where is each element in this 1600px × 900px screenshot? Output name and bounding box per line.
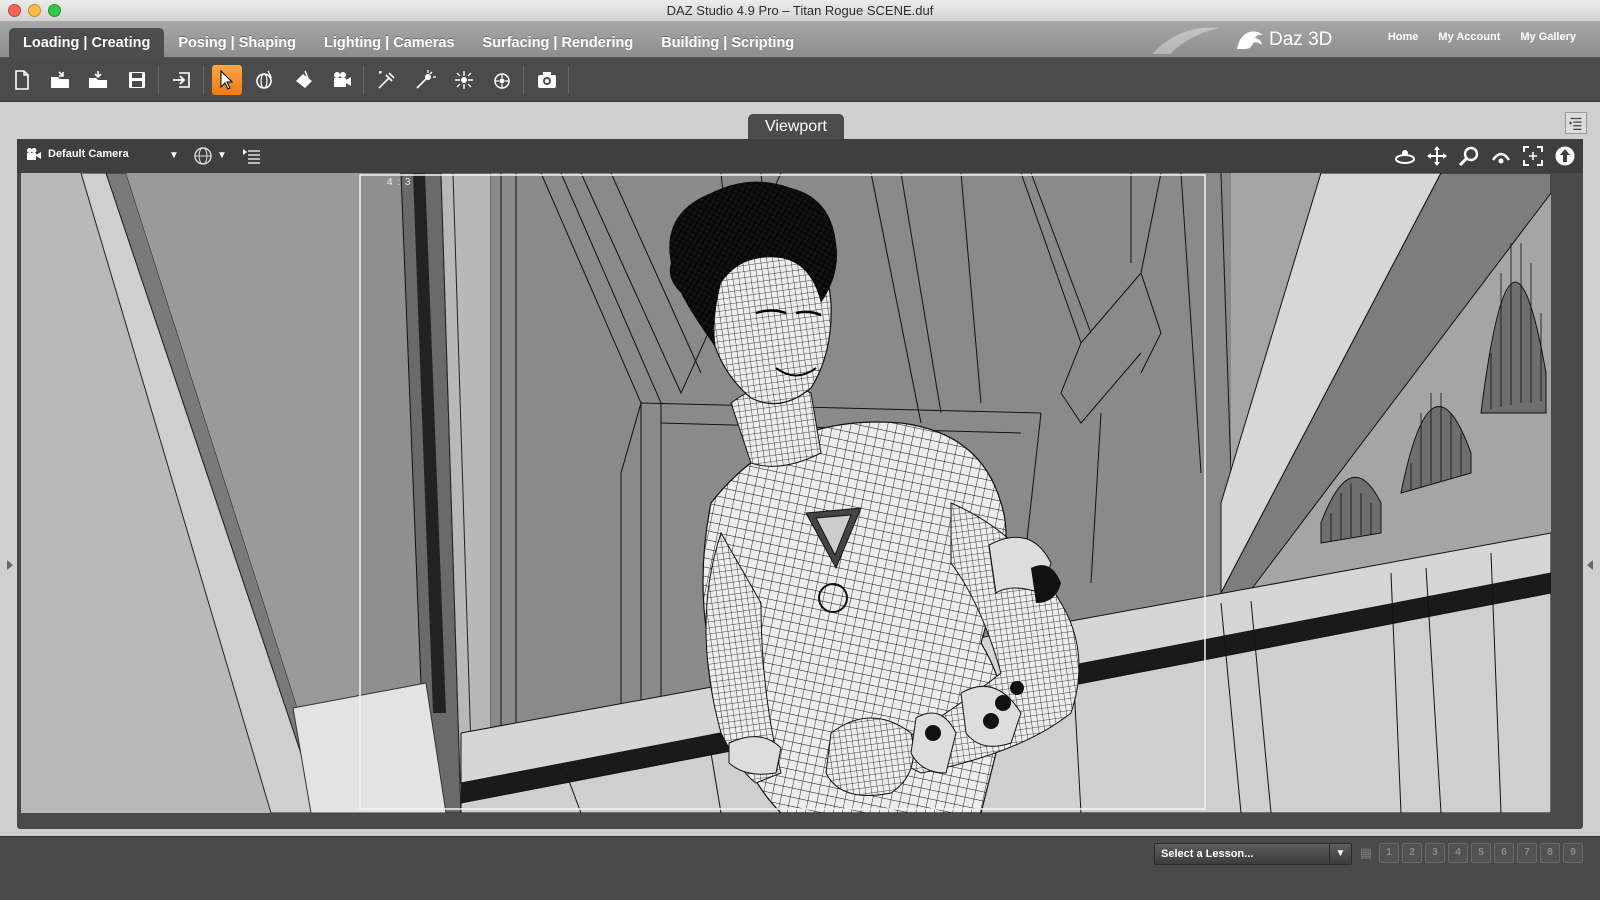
tab-building-scripting[interactable]: Building | Scripting bbox=[647, 28, 808, 58]
universal-tool-icon[interactable] bbox=[250, 65, 280, 95]
lesson-step-button[interactable]: 6 bbox=[1494, 843, 1514, 863]
left-panel-toggle-icon[interactable] bbox=[7, 560, 13, 570]
viewport-tab[interactable]: Viewport bbox=[748, 114, 844, 140]
activity-tab-strip: Loading | Creating Posing | Shaping Ligh… bbox=[0, 22, 1600, 58]
viewport-header-bar: Default Camera ▼ ▼ bbox=[17, 139, 1583, 173]
toolbar-separator bbox=[158, 66, 159, 94]
viewport-3d-scene[interactable]: 4 : 3 bbox=[21, 173, 1551, 813]
viewport-options-icon[interactable] bbox=[243, 148, 261, 164]
lesson-step-button[interactable]: 9 bbox=[1563, 843, 1583, 863]
camera-label: Default Camera bbox=[48, 148, 129, 160]
my-gallery-link[interactable]: My Gallery bbox=[1510, 31, 1586, 43]
tab-posing-shaping[interactable]: Posing | Shaping bbox=[164, 28, 310, 58]
home-link[interactable]: Home bbox=[1378, 31, 1429, 43]
window-titlebar: DAZ Studio 4.9 Pro – Titan Rogue SCENE.d… bbox=[0, 0, 1600, 22]
clapperboard-icon: ▦ bbox=[1359, 845, 1373, 860]
lesson-select[interactable]: Select a Lesson... ▼ bbox=[1154, 843, 1352, 865]
toolbar-separator bbox=[523, 66, 524, 94]
activity-tabs: Loading | Creating Posing | Shaping Ligh… bbox=[9, 28, 808, 58]
lesson-step-button[interactable]: 3 bbox=[1425, 843, 1445, 863]
draw-style-dropdown-arrow[interactable]: ▼ bbox=[217, 150, 227, 161]
toolbar-separator bbox=[363, 66, 364, 94]
zoom-icon[interactable] bbox=[1457, 144, 1481, 168]
account-links: Home My Account My Gallery bbox=[1378, 31, 1586, 43]
camera-selector[interactable]: Default Camera bbox=[26, 147, 129, 161]
align-icon[interactable] bbox=[1553, 144, 1577, 168]
camera-icon bbox=[27, 148, 41, 160]
daz-dragon-icon bbox=[1237, 31, 1263, 49]
window-title: DAZ Studio 4.9 Pro – Titan Rogue SCENE.d… bbox=[666, 3, 934, 18]
main-toolbar bbox=[0, 58, 1600, 102]
lesson-step-button[interactable]: 7 bbox=[1517, 843, 1537, 863]
viewport-pane: Viewport Default Camera ▼ ▼ 4: 3 bbox=[7, 102, 1593, 836]
camera-node-icon[interactable] bbox=[327, 65, 357, 95]
wireframe-render bbox=[21, 173, 1551, 813]
orbit-icon[interactable] bbox=[1393, 144, 1417, 168]
lesson-dropdown-arrow[interactable]: ▼ bbox=[1329, 844, 1351, 864]
point-light-icon[interactable] bbox=[410, 65, 440, 95]
toolbar-separator bbox=[203, 66, 204, 94]
minimize-window-button[interactable] bbox=[28, 4, 41, 17]
ambient-light-icon[interactable] bbox=[487, 65, 517, 95]
node-selection-icon[interactable] bbox=[212, 65, 242, 95]
pane-options-icon bbox=[1569, 117, 1582, 130]
viewport-frame: Default Camera ▼ ▼ 4: 3 bbox=[17, 139, 1583, 829]
open-file-icon[interactable] bbox=[45, 65, 75, 95]
lesson-step-button[interactable]: 8 bbox=[1540, 843, 1560, 863]
surface-selection-icon[interactable] bbox=[289, 65, 319, 95]
camera-dropdown-arrow[interactable]: ▼ bbox=[169, 150, 179, 161]
viewport-navigation bbox=[1393, 144, 1577, 168]
tab-loading-creating[interactable]: Loading | Creating bbox=[9, 28, 165, 58]
close-window-button[interactable] bbox=[8, 4, 21, 17]
new-file-icon[interactable] bbox=[7, 65, 37, 95]
brand-name: Daz 3D bbox=[1269, 29, 1333, 50]
daz3d-logo[interactable]: Daz 3D bbox=[1235, 26, 1332, 54]
pane-options-menu[interactable] bbox=[1565, 112, 1587, 134]
render-icon[interactable] bbox=[532, 65, 562, 95]
my-account-link[interactable]: My Account bbox=[1428, 31, 1510, 43]
spotlight-icon[interactable] bbox=[372, 65, 402, 95]
lesson-bar: Select a Lesson... ▼ ▦ 1 2 3 4 5 6 7 8 9 bbox=[0, 836, 1600, 900]
zoom-window-button[interactable] bbox=[48, 4, 61, 17]
merge-file-icon[interactable] bbox=[83, 65, 113, 95]
lesson-steps: ▦ 1 2 3 4 5 6 7 8 9 bbox=[1356, 843, 1583, 863]
lesson-step-button[interactable]: 4 bbox=[1448, 843, 1468, 863]
distant-light-icon[interactable] bbox=[449, 65, 479, 95]
frame-icon[interactable] bbox=[1521, 144, 1545, 168]
draw-style-icon[interactable] bbox=[193, 146, 213, 166]
lesson-step-button[interactable]: 2 bbox=[1402, 843, 1422, 863]
brand-swoosh-graphic bbox=[1152, 27, 1220, 54]
import-icon[interactable] bbox=[167, 65, 197, 95]
pan-icon[interactable] bbox=[1425, 144, 1449, 168]
lesson-select-label: Select a Lesson... bbox=[1161, 848, 1254, 860]
tab-lighting-cameras[interactable]: Lighting | Cameras bbox=[310, 28, 469, 58]
aspect-ratio-label: 4 : 3 bbox=[387, 177, 412, 188]
lesson-step-button[interactable]: 5 bbox=[1471, 843, 1491, 863]
right-panel-toggle-icon[interactable] bbox=[1587, 560, 1593, 570]
roll-icon[interactable] bbox=[1489, 144, 1513, 168]
tab-surfacing-rendering[interactable]: Surfacing | Rendering bbox=[469, 28, 648, 58]
save-file-icon[interactable] bbox=[122, 65, 152, 95]
toolbar-separator bbox=[568, 66, 569, 94]
lesson-step-button[interactable]: 1 bbox=[1379, 843, 1399, 863]
